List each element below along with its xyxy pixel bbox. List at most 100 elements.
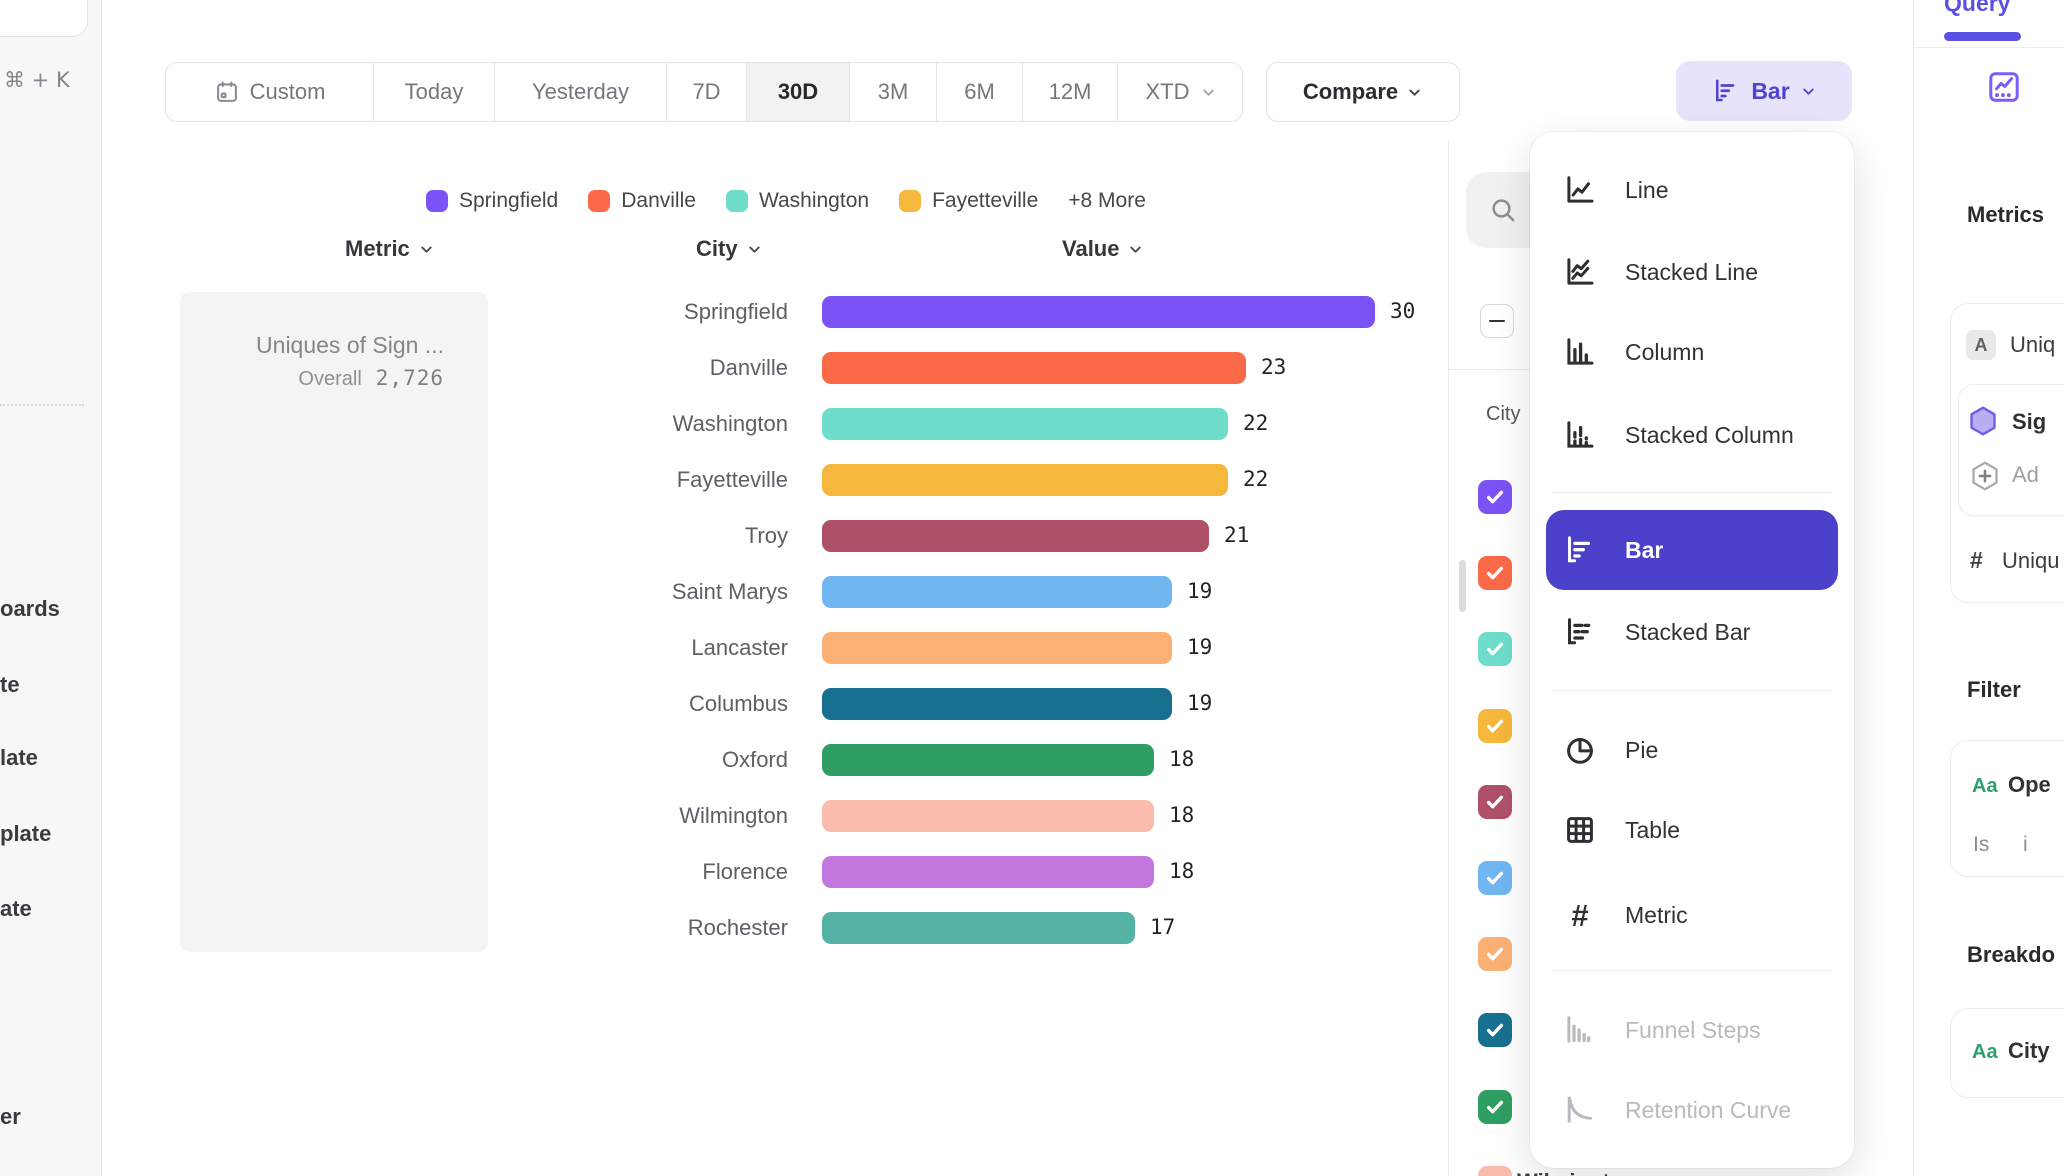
chevron-down-icon xyxy=(1406,84,1423,101)
add-event-icon[interactable] xyxy=(1968,459,1998,489)
calendar-icon xyxy=(214,79,240,105)
chart-type-column[interactable]: Column xyxy=(1530,312,1854,392)
chart-type-stacked-bar[interactable]: Stacked Bar xyxy=(1530,592,1854,672)
legend-swatch xyxy=(726,190,748,212)
sidebar-item-oards[interactable]: oards xyxy=(0,596,60,622)
bar-category-label: Washington xyxy=(340,411,788,437)
range-today[interactable]: Today xyxy=(373,63,494,121)
left-sidebar: ⌘ + K oardstelateplateateer xyxy=(0,0,102,1176)
sidebar-search-box[interactable] xyxy=(0,0,88,37)
range-yesterday[interactable]: Yesterday xyxy=(494,63,666,121)
chart-type-stacked-column[interactable]: Stacked Column xyxy=(1530,395,1854,475)
metric-card[interactable]: Uniques of Sign ... Overall 2,726 xyxy=(180,292,488,952)
legend-swatch xyxy=(899,190,921,212)
add-event-label[interactable]: Ad xyxy=(2012,462,2039,488)
compare-label: Compare xyxy=(1303,79,1398,105)
legend-label: Springfield xyxy=(459,189,558,213)
chart-panel-icon[interactable] xyxy=(1986,69,2022,105)
range-label: Today xyxy=(405,79,464,105)
bar-oxford[interactable] xyxy=(822,744,1154,776)
legend-item-fayetteville[interactable]: Fayetteville xyxy=(899,189,1038,213)
scrollbar-thumb[interactable] xyxy=(1459,560,1466,612)
legend-label: Danville xyxy=(621,189,696,213)
bar-fayetteville[interactable] xyxy=(822,464,1228,496)
bar-icon xyxy=(1562,532,1598,568)
metric-name[interactable]: Uniq xyxy=(2010,332,2055,358)
range-30d[interactable]: 30D xyxy=(746,63,849,121)
chart-type-table[interactable]: Table xyxy=(1530,790,1854,870)
sidebar-item-ate[interactable]: ate xyxy=(0,896,32,922)
range-label: 7D xyxy=(692,79,720,105)
column-icon xyxy=(1562,334,1598,370)
legend-more-button[interactable]: +8 More xyxy=(1068,189,1146,213)
menu-item-label: Table xyxy=(1625,817,1680,844)
range-xtd[interactable]: XTD xyxy=(1117,63,1243,121)
date-range-toolbar: Custom Today Yesterday 7D 30D 3M6M12MXTD xyxy=(165,62,1243,122)
bar-washington[interactable] xyxy=(822,408,1228,440)
compare-button[interactable]: Compare xyxy=(1266,62,1460,122)
range-7d[interactable]: 7D xyxy=(666,63,746,121)
event-name[interactable]: Sig xyxy=(2012,409,2046,435)
bar-saint-marys[interactable] xyxy=(822,576,1172,608)
menu-item-label: Funnel Steps xyxy=(1625,1017,1761,1044)
chart-type-pie[interactable]: Pie xyxy=(1530,710,1854,790)
bar-springfield[interactable] xyxy=(822,296,1375,328)
checkbox-springfield[interactable] xyxy=(1478,480,1512,514)
column-header-value[interactable]: Value xyxy=(1062,236,1144,262)
select-all-checkbox[interactable] xyxy=(1480,304,1514,338)
checkbox-columbus[interactable] xyxy=(1478,1013,1512,1047)
bar-troy[interactable] xyxy=(822,520,1209,552)
bar-florence[interactable] xyxy=(822,856,1154,888)
column-header-metric[interactable]: Metric xyxy=(345,236,435,262)
checkbox-lancaster[interactable] xyxy=(1478,937,1512,971)
chart-type-button[interactable]: Bar xyxy=(1676,61,1852,121)
column-header-city[interactable]: City xyxy=(696,236,763,262)
menu-item-label: Pie xyxy=(1625,737,1658,764)
legend-swatch xyxy=(588,190,610,212)
legend-item-springfield[interactable]: Springfield xyxy=(426,189,558,213)
range-3m[interactable]: 3M xyxy=(849,63,936,121)
range-label: 30D xyxy=(778,79,818,105)
sidebar-item-late[interactable]: late xyxy=(0,745,38,771)
checkbox-washington[interactable] xyxy=(1478,632,1512,666)
legend-item-danville[interactable]: Danville xyxy=(588,189,696,213)
checkbox-wilmington[interactable] xyxy=(1478,1166,1512,1176)
filter-property[interactable]: Ope xyxy=(2008,772,2051,798)
menu-item-label: Stacked Line xyxy=(1625,259,1758,286)
bar-chart-icon xyxy=(1711,76,1741,106)
bar-value-label: 23 xyxy=(1261,355,1286,379)
checkbox-troy[interactable] xyxy=(1478,785,1512,819)
chart-type-stacked-line[interactable]: Stacked Line xyxy=(1530,232,1854,312)
breakdown-property[interactable]: City xyxy=(2008,1038,2050,1064)
sidebar-item-te[interactable]: te xyxy=(0,672,20,698)
menu-item-label: Stacked Bar xyxy=(1625,619,1750,646)
bar-columbus[interactable] xyxy=(822,688,1172,720)
filter-operator[interactable]: Is xyxy=(1973,833,1989,857)
range-12m[interactable]: 12M xyxy=(1022,63,1117,121)
legend-item-washington[interactable]: Washington xyxy=(726,189,869,213)
tab-active-underline xyxy=(1944,32,2021,41)
checkbox-saint-marys[interactable] xyxy=(1478,861,1512,895)
check-icon xyxy=(1483,485,1507,509)
bar-lancaster[interactable] xyxy=(822,632,1172,664)
menu-item-label: Column xyxy=(1625,339,1704,366)
sidebar-item-er[interactable]: er xyxy=(0,1104,21,1130)
checkbox-danville[interactable] xyxy=(1478,556,1512,590)
bar-category-label: Lancaster xyxy=(340,635,788,661)
tab-query[interactable]: Query xyxy=(1944,0,2010,17)
checkbox-oxford[interactable] xyxy=(1478,1090,1512,1124)
sidebar-item-plate[interactable]: plate xyxy=(0,821,51,847)
bar-category-label: Troy xyxy=(340,523,788,549)
filter-operand[interactable]: i xyxy=(2023,833,2028,857)
aggregation-label[interactable]: Uniqu xyxy=(2002,548,2059,574)
chart-type-line[interactable]: Line xyxy=(1530,150,1854,230)
range-custom[interactable]: Custom xyxy=(166,63,373,121)
bar-rochester[interactable] xyxy=(822,912,1135,944)
bar-category-label: Wilmington xyxy=(340,803,788,829)
chart-type-bar[interactable]: Bar xyxy=(1546,510,1838,590)
checkbox-fayetteville[interactable] xyxy=(1478,709,1512,743)
range-6m[interactable]: 6M xyxy=(936,63,1022,121)
bar-wilmington[interactable] xyxy=(822,800,1154,832)
chart-type-metric[interactable]: #Metric xyxy=(1530,875,1854,955)
bar-danville[interactable] xyxy=(822,352,1246,384)
